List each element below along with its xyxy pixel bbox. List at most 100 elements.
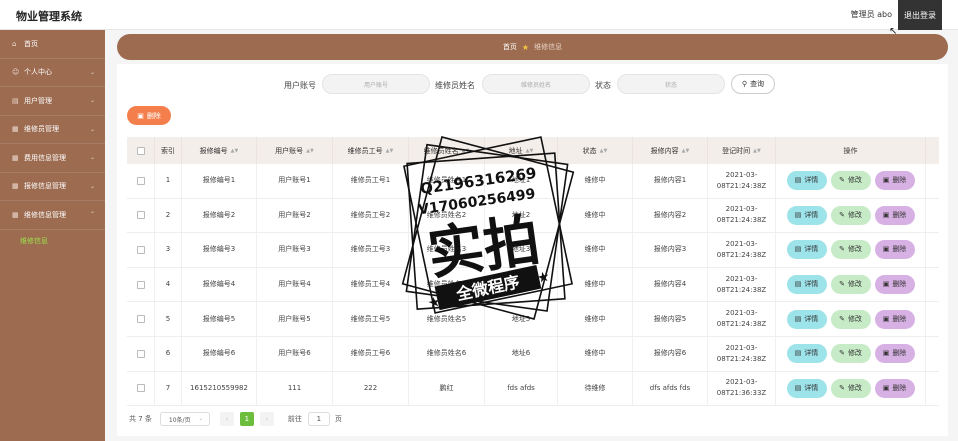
edit-button[interactable]: ✎ 修改 (830, 309, 871, 329)
th-content[interactable]: 报修内容 ▲▼ (633, 137, 708, 164)
sort-icon[interactable]: ▲▼ (682, 148, 690, 154)
row-checkbox[interactable] (136, 211, 145, 220)
cell-register-time: 2021-03-08T21:24:38Z (708, 336, 776, 371)
page-number-current[interactable]: 1 (239, 412, 254, 426)
account-input[interactable]: 用户账号 (322, 74, 430, 94)
edit-button[interactable]: ✎ 修改 (830, 275, 871, 295)
sidebar: ⌂ 首页 ☺ 个人中心 ⌄ ▤ 用户管理 ⌄ ▦ 维修员管理 ⌄ ▦ 费用信息管… (0, 30, 105, 441)
header-label: 索引 (161, 146, 175, 155)
row-checkbox[interactable] (136, 280, 145, 289)
delete-button[interactable]: ▣ 删除 (874, 378, 915, 398)
th-select-all (127, 137, 155, 164)
sort-icon[interactable]: ▲▼ (231, 148, 239, 154)
cell-report-no: 报修编号3 (182, 233, 257, 267)
delete-button[interactable]: ▣ 删除 (874, 171, 915, 191)
search-button[interactable]: ⚲ 查询 (731, 74, 775, 94)
status-input[interactable]: 状态 (617, 74, 725, 94)
prev-page-button[interactable]: ‹ (219, 412, 234, 426)
breadcrumb-home[interactable]: 首页 (503, 42, 517, 52)
detail-button[interactable]: ▤ 详情 (786, 275, 827, 295)
sidebar-subitem-repair-info[interactable]: 维修信息 (0, 230, 105, 252)
cell-index: 3 (155, 233, 182, 267)
sidebar-item-users[interactable]: ▤ 用户管理 ⌄ (0, 87, 105, 116)
pencil-icon: ✎ (839, 383, 845, 392)
sidebar-item-repairers[interactable]: ▦ 维修员管理 ⌄ (0, 116, 105, 144)
cell-index: 5 (155, 302, 182, 336)
cell-actions: ▤ 详情 ✎ 修改 ▣ 删除 (776, 267, 926, 302)
detail-button[interactable]: ▤ 详情 (786, 309, 827, 329)
row-checkbox[interactable] (136, 384, 145, 393)
user-icon: ☺ (12, 68, 20, 77)
delete-button-label: 删除 (892, 383, 907, 392)
delete-button[interactable]: ▣ 删除 (874, 309, 915, 329)
sidebar-item-label: 维修信息管理 (24, 210, 66, 219)
file-icon: ▤ (794, 349, 802, 358)
sidebar-item-profile[interactable]: ☺ 个人中心 ⌄ (0, 59, 105, 87)
sidebar-item-home[interactable]: ⌂ 首页 (0, 30, 105, 59)
pagination: 共 7 条 10条/页 ⌄ ‹ 1 › 前往 1 页 (129, 412, 342, 426)
cell-register-time: 2021-03-08T21:36:33Z (708, 371, 776, 406)
edit-button[interactable]: ✎ 修改 (830, 240, 871, 260)
cell-content: 报修内容3 (633, 233, 708, 267)
edit-button[interactable]: ✎ 修改 (830, 171, 871, 191)
table-row: 6 报修编号6 用户账号6 维修员工号6 维修员姓名6 地址6 维修中 报修内容6 2021-0… (127, 336, 939, 372)
edit-button[interactable]: ✎ 修改 (830, 344, 871, 364)
cell-user-account: 用户账号3 (257, 233, 333, 267)
breadcrumb-current: 维修信息 (534, 43, 563, 51)
delete-button[interactable]: ▣ 删除 (874, 275, 915, 295)
th-report-no[interactable]: 报修编号 ▲▼ (182, 137, 257, 164)
sidebar-item-repairs[interactable]: ▦ 维修信息管理 ⌃ (0, 201, 105, 230)
sidebar-item-reports[interactable]: ▦ 报修信息管理 ⌄ (0, 173, 105, 201)
detail-button[interactable]: ▤ 详情 (786, 205, 827, 225)
header-label: 用户账号 (275, 146, 304, 155)
page-size-value: 10条/页 (168, 416, 191, 424)
detail-button-label: 详情 (804, 245, 819, 254)
row-checkbox[interactable] (136, 315, 145, 324)
chevron-up-icon: ⌃ (89, 211, 95, 218)
account-label: 用户账号 (284, 81, 316, 90)
file-icon: ▤ (794, 314, 802, 323)
cell-content: 报修内容6 (633, 336, 708, 371)
sidebar-item-label: 首页 (24, 39, 38, 48)
row-checkbox[interactable] (136, 176, 145, 185)
cell-index: 1 (155, 164, 182, 198)
cell-actions: ▤ 详情 ✎ 修改 ▣ 删除 (776, 371, 926, 406)
sidebar-item-fees[interactable]: ▦ 费用信息管理 ⌄ (0, 144, 105, 173)
page-size-select[interactable]: 10条/页 ⌄ (159, 412, 210, 426)
repairer-name-input[interactable]: 维修员姓名 (482, 74, 590, 94)
sort-icon[interactable]: ▲▼ (600, 148, 608, 154)
detail-button[interactable]: ▤ 详情 (786, 378, 827, 398)
delete-button[interactable]: ▣ 删除 (874, 344, 915, 364)
sort-icon[interactable]: ▲▼ (753, 148, 761, 154)
cell-repairer-id: 222 (333, 371, 409, 406)
cell-report-no: 1615210559982 (182, 371, 257, 406)
edit-button[interactable]: ✎ 修改 (830, 205, 871, 225)
row-select-cell (127, 233, 155, 267)
chevron-down-icon: ⌄ (89, 182, 95, 190)
user-info: 管理员 abo (850, 10, 892, 19)
cell-index: 4 (155, 267, 182, 302)
cell-user-account: 111 (257, 371, 333, 406)
th-user-account[interactable]: 用户账号 ▲▼ (257, 137, 333, 164)
edit-button-label: 修改 (847, 245, 862, 254)
pencil-icon: ✎ (839, 314, 845, 323)
detail-button[interactable]: ▤ 详情 (786, 344, 827, 364)
select-all-checkbox[interactable] (136, 146, 145, 155)
row-checkbox[interactable] (136, 245, 145, 254)
batch-delete-button[interactable]: ▣ 删除 (127, 106, 171, 125)
delete-button[interactable]: ▣ 删除 (874, 240, 915, 260)
edit-button[interactable]: ✎ 修改 (830, 378, 871, 398)
trash-icon: ▣ (882, 383, 890, 392)
sort-icon[interactable]: ▲▼ (306, 148, 314, 154)
goto-page-input[interactable]: 1 (307, 412, 330, 426)
logout-button[interactable]: 退出登录 (898, 0, 942, 30)
th-register-time[interactable]: 登记时间 ▲▼ (708, 137, 776, 164)
next-page-button[interactable]: › (259, 412, 274, 426)
detail-button[interactable]: ▤ 详情 (786, 240, 827, 260)
cell-content: 报修内容5 (633, 302, 708, 336)
delete-button-label: 删除 (892, 210, 907, 219)
detail-button[interactable]: ▤ 详情 (786, 171, 827, 191)
delete-button[interactable]: ▣ 删除 (874, 205, 915, 225)
users-icon: ▤ (12, 96, 19, 105)
row-checkbox[interactable] (136, 349, 145, 358)
